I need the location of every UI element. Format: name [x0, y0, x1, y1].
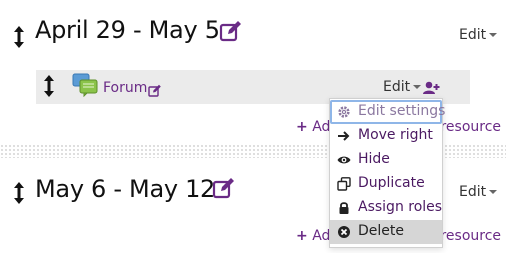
caret-down-icon	[413, 85, 422, 89]
menu-item-edit-settings[interactable]: Edit settings	[330, 100, 446, 124]
section-edit-label: Edit	[459, 184, 487, 200]
gear-icon	[337, 105, 351, 119]
edit-section-name-icon[interactable]	[212, 177, 236, 203]
section-title: May 6 - May 12	[35, 175, 216, 203]
activity-action-menu: Edit settings Move right Hide Duplicate …	[329, 98, 446, 248]
plus-icon: +	[296, 228, 308, 244]
edit-activity-title-icon[interactable]	[148, 82, 162, 101]
add-user-icon[interactable]	[423, 80, 441, 94]
move-section-handle-icon[interactable]	[12, 180, 26, 206]
move-section-handle-icon[interactable]	[12, 24, 26, 50]
menu-item-hide[interactable]: Hide	[330, 148, 442, 172]
menu-item-label: Duplicate	[358, 175, 425, 191]
edit-section-name-icon[interactable]	[219, 20, 243, 46]
menu-item-label: Delete	[358, 223, 404, 239]
move-activity-handle-icon[interactable]	[42, 73, 56, 99]
lock-icon	[337, 201, 351, 215]
menu-item-label: Hide	[358, 151, 390, 167]
menu-item-label: Edit settings	[358, 103, 446, 119]
menu-item-assign-roles[interactable]: Assign roles	[330, 196, 442, 220]
section-edit-label: Edit	[459, 27, 487, 43]
section-edit-menu-toggle[interactable]: Edit	[459, 27, 498, 43]
menu-item-label: Move right	[358, 127, 433, 143]
activity-edit-menu-toggle[interactable]: Edit	[383, 79, 422, 95]
arrow-right-icon	[337, 129, 351, 143]
forum-icon	[72, 73, 98, 98]
activity-name: Forum	[103, 80, 148, 96]
caret-down-icon	[489, 190, 498, 194]
plus-icon: +	[296, 119, 308, 135]
activity-name-link[interactable]: Forum	[103, 80, 147, 96]
menu-item-delete[interactable]: Delete	[330, 220, 442, 244]
duplicate-icon	[337, 177, 351, 191]
activity-edit-label: Edit	[383, 79, 411, 95]
eye-icon	[337, 153, 351, 167]
close-circle-icon	[337, 225, 351, 239]
caret-down-icon	[489, 33, 498, 37]
menu-item-label: Assign roles	[358, 199, 443, 215]
section-edit-menu-toggle[interactable]: Edit	[459, 184, 498, 200]
menu-item-move-right[interactable]: Move right	[330, 124, 442, 148]
section-title: April 29 - May 5	[35, 16, 220, 44]
menu-item-duplicate[interactable]: Duplicate	[330, 172, 442, 196]
